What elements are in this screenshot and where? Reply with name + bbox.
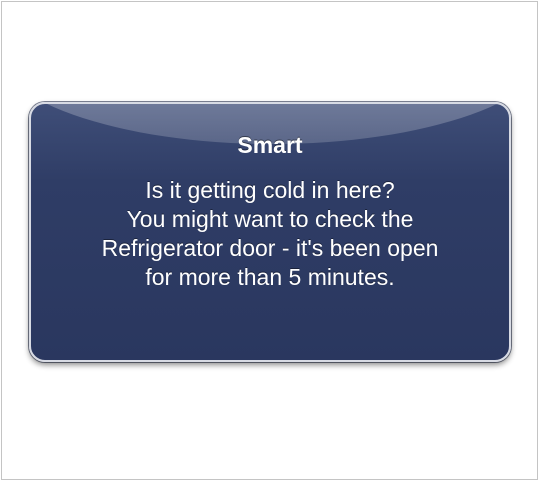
alert-message-line: Refrigerator door - it's been open xyxy=(101,235,439,261)
alert-title: Smart xyxy=(237,132,303,158)
alert-message-line: You might want to check the xyxy=(126,206,414,232)
alert-message: Is it getting cold in here? You might wa… xyxy=(41,176,499,292)
screen-frame: Smart Is it getting cold in here? You mi… xyxy=(1,1,538,480)
alert-message-line: Is it getting cold in here? xyxy=(145,177,395,203)
alert-message-line: for more than 5 minutes. xyxy=(145,264,395,290)
alert-dialog: Smart Is it getting cold in here? You mi… xyxy=(29,102,511,362)
